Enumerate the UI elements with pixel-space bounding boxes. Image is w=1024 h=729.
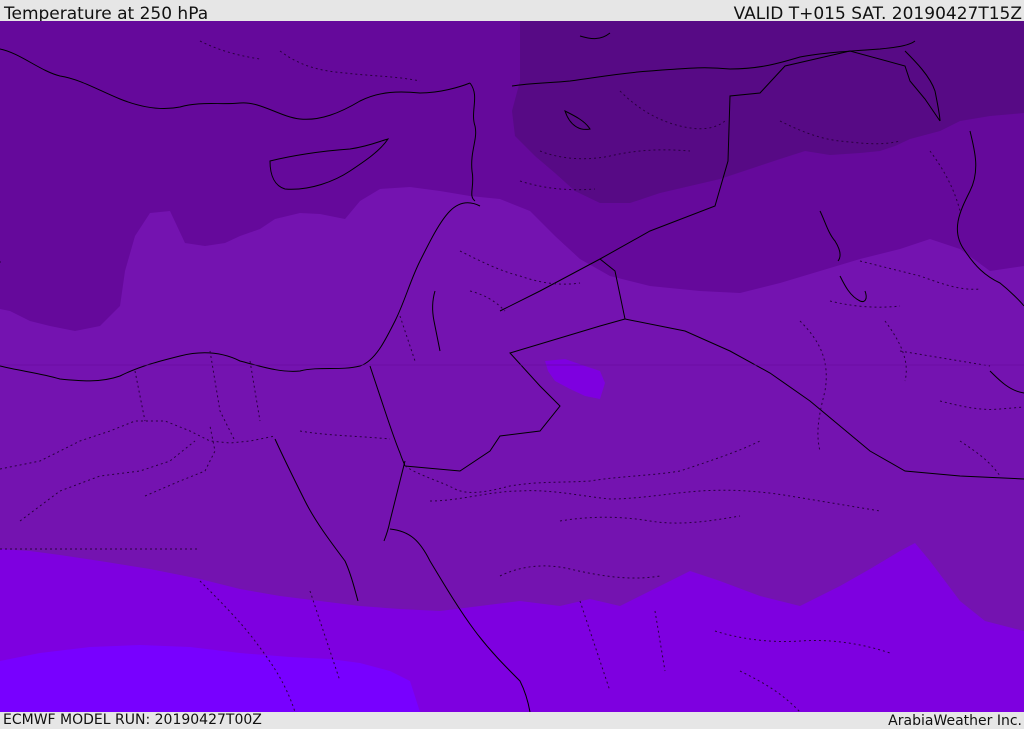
header-bar: Temperature at 250 hPa VALID T+015 SAT. …	[0, 0, 1024, 24]
map-panel	[0, 21, 1024, 712]
footer-bar: ECMWF MODEL RUN: 20190427T00Z ArabiaWeat…	[0, 712, 1024, 729]
temperature-map	[0, 21, 1024, 712]
weather-map-frame: Temperature at 250 hPa VALID T+015 SAT. …	[0, 0, 1024, 729]
credit-label: ArabiaWeather Inc.	[888, 713, 1022, 729]
model-run-label: ECMWF MODEL RUN: 20190427T00Z	[3, 712, 262, 728]
